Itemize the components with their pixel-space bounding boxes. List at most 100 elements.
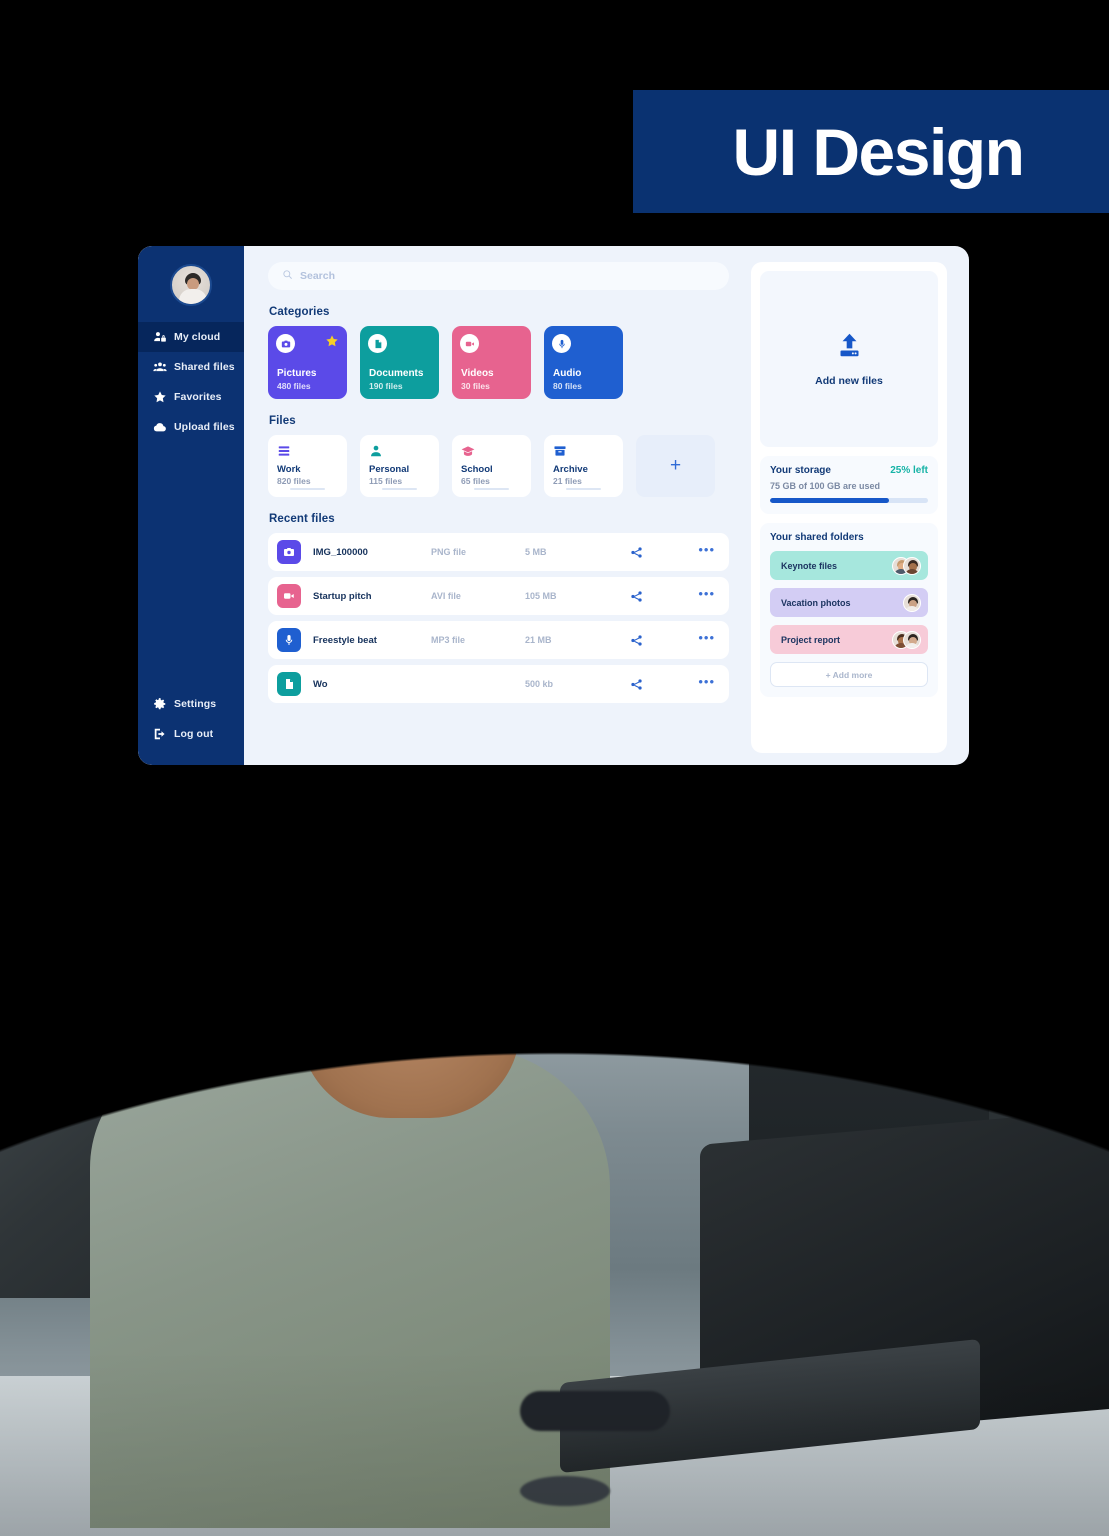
add-folder-button[interactable]: + [636,435,715,497]
right-rail-card: Add new files Your storage 25% left 75 G… [751,262,947,753]
shared-folder-name: Vacation photos [781,597,851,608]
file-name: Freestyle beat [313,634,377,646]
category-count: 80 files [553,381,582,391]
more-icon[interactable]: ••• [651,587,715,600]
file-name: Wo [313,678,328,690]
shared-folder-keynote-files[interactable]: Keynote files [770,551,928,580]
right-rail: Add new files Your storage 25% left 75 G… [751,262,969,765]
shared-folder-vacation-photos[interactable]: Vacation photos [770,588,928,617]
category-name: Documents [369,368,424,379]
file-name: Startup pitch [313,590,372,602]
folder-name: Work [277,464,301,475]
folder-name: School [461,464,493,475]
users-icon [152,360,167,375]
ui-design-banner: UI Design [633,90,1109,213]
table-row[interactable]: IMG_100000 PNG file 5 MB ••• [268,533,729,571]
category-card-audio[interactable]: Audio 80 files [544,326,623,399]
folders-grid: Work 820 files Personal 115 files School… [268,435,729,497]
banner-title: UI Design [732,114,1025,189]
sidebar-item-upload-files[interactable]: Upload files [138,412,244,442]
sidebar-item-label: Shared files [174,361,235,373]
file-name: IMG_100000 [313,546,368,558]
box-icon [553,443,614,459]
video-icon [460,334,479,353]
dropzone-label: Add new files [815,374,883,387]
logout-icon [152,727,167,742]
microphone-icon [277,628,301,652]
category-card-pictures[interactable]: Pictures 480 files [268,326,347,399]
category-name: Videos [461,368,494,379]
main-content: Search Categories Pictures 480 files Doc… [244,262,751,765]
search-bar[interactable]: Search [268,262,729,290]
category-count: 190 files [369,381,403,391]
sidebar-item-my-cloud[interactable]: My cloud [138,322,244,352]
folder-card-work[interactable]: Work 820 files [268,435,347,497]
avatar-body [179,289,207,304]
folder-name: Archive [553,464,588,475]
sidebar-bottom-nav: Settings Log out [138,689,244,765]
shared-folder-project-report[interactable]: Project report [770,625,928,654]
table-row[interactable]: Startup pitch AVI file 105 MB ••• [268,577,729,615]
category-card-videos[interactable]: Videos 30 files [452,326,531,399]
list-icon [277,443,338,459]
shared-folder-name: Project report [781,634,841,645]
sidebar-item-shared-files[interactable]: Shared files [138,352,244,382]
avatar-group [892,556,921,575]
camera-icon [276,334,295,353]
sidebar-item-label: Upload files [174,421,235,433]
share-icon[interactable] [621,546,651,559]
avatar[interactable] [170,264,212,306]
sidebar-nav: My cloud Shared files Favorites Upload f… [138,322,244,442]
sidebar-item-favorites[interactable]: Favorites [138,382,244,412]
more-icon[interactable]: ••• [651,675,715,688]
folder-card-personal[interactable]: Personal 115 files [360,435,439,497]
folder-card-school[interactable]: School 65 files [452,435,531,497]
more-icon[interactable]: ••• [651,631,715,644]
categories-grid: Pictures 480 files Documents 190 files V… [268,326,729,399]
sidebar-item-settings[interactable]: Settings [138,689,244,719]
avatar-group [903,593,921,612]
hero-photo [0,868,1109,1536]
user-lock-icon [152,330,167,345]
photo-shading [0,868,1109,1536]
video-icon [277,584,301,608]
more-icon[interactable]: ••• [651,543,715,556]
sidebar-item-log-out[interactable]: Log out [138,719,244,749]
share-icon[interactable] [621,590,651,603]
table-row[interactable]: Wo 500 kb ••• [268,665,729,703]
storage-progress-track [770,498,928,503]
folder-card-archive[interactable]: Archive 21 files [544,435,623,497]
star-icon [325,334,339,348]
search-icon [282,267,293,285]
file-size: 500 kb [525,679,554,689]
storage-title: Your storage [770,465,831,476]
search-input-placeholder[interactable]: Search [300,270,335,282]
add-more-button[interactable]: + Add more [770,662,928,687]
avatar [903,630,921,649]
upload-icon [836,332,863,364]
shared-folder-name: Keynote files [781,560,838,571]
microphone-icon [552,334,571,353]
share-icon[interactable] [621,678,651,691]
files-title: Files [269,415,296,427]
file-size: 105 MB [525,591,557,601]
sidebar: My cloud Shared files Favorites Upload f… [138,246,244,765]
folder-progress [290,488,325,490]
cloud-upload-icon [152,420,167,435]
avatar-group [892,630,921,649]
storage-left-badge: 25% left [890,465,928,476]
storage-widget: Your storage 25% left 75 GB of 100 GB ar… [760,456,938,514]
page-root: UI Design My cloud Shared files Favorite… [0,0,1109,1536]
add-new-files-dropzone[interactable]: Add new files [760,271,938,447]
gear-icon [152,697,167,712]
share-icon[interactable] [621,634,651,647]
category-card-documents[interactable]: Documents 190 files [360,326,439,399]
shared-folders-title: Your shared folders [770,532,864,543]
storage-header: Your storage 25% left [770,465,928,476]
folder-progress [382,488,417,490]
file-size: 5 MB [525,547,547,557]
dashboard-mockup: My cloud Shared files Favorites Upload f… [138,246,969,765]
person-icon [369,443,430,459]
table-row[interactable]: Freestyle beat MP3 file 21 MB ••• [268,621,729,659]
